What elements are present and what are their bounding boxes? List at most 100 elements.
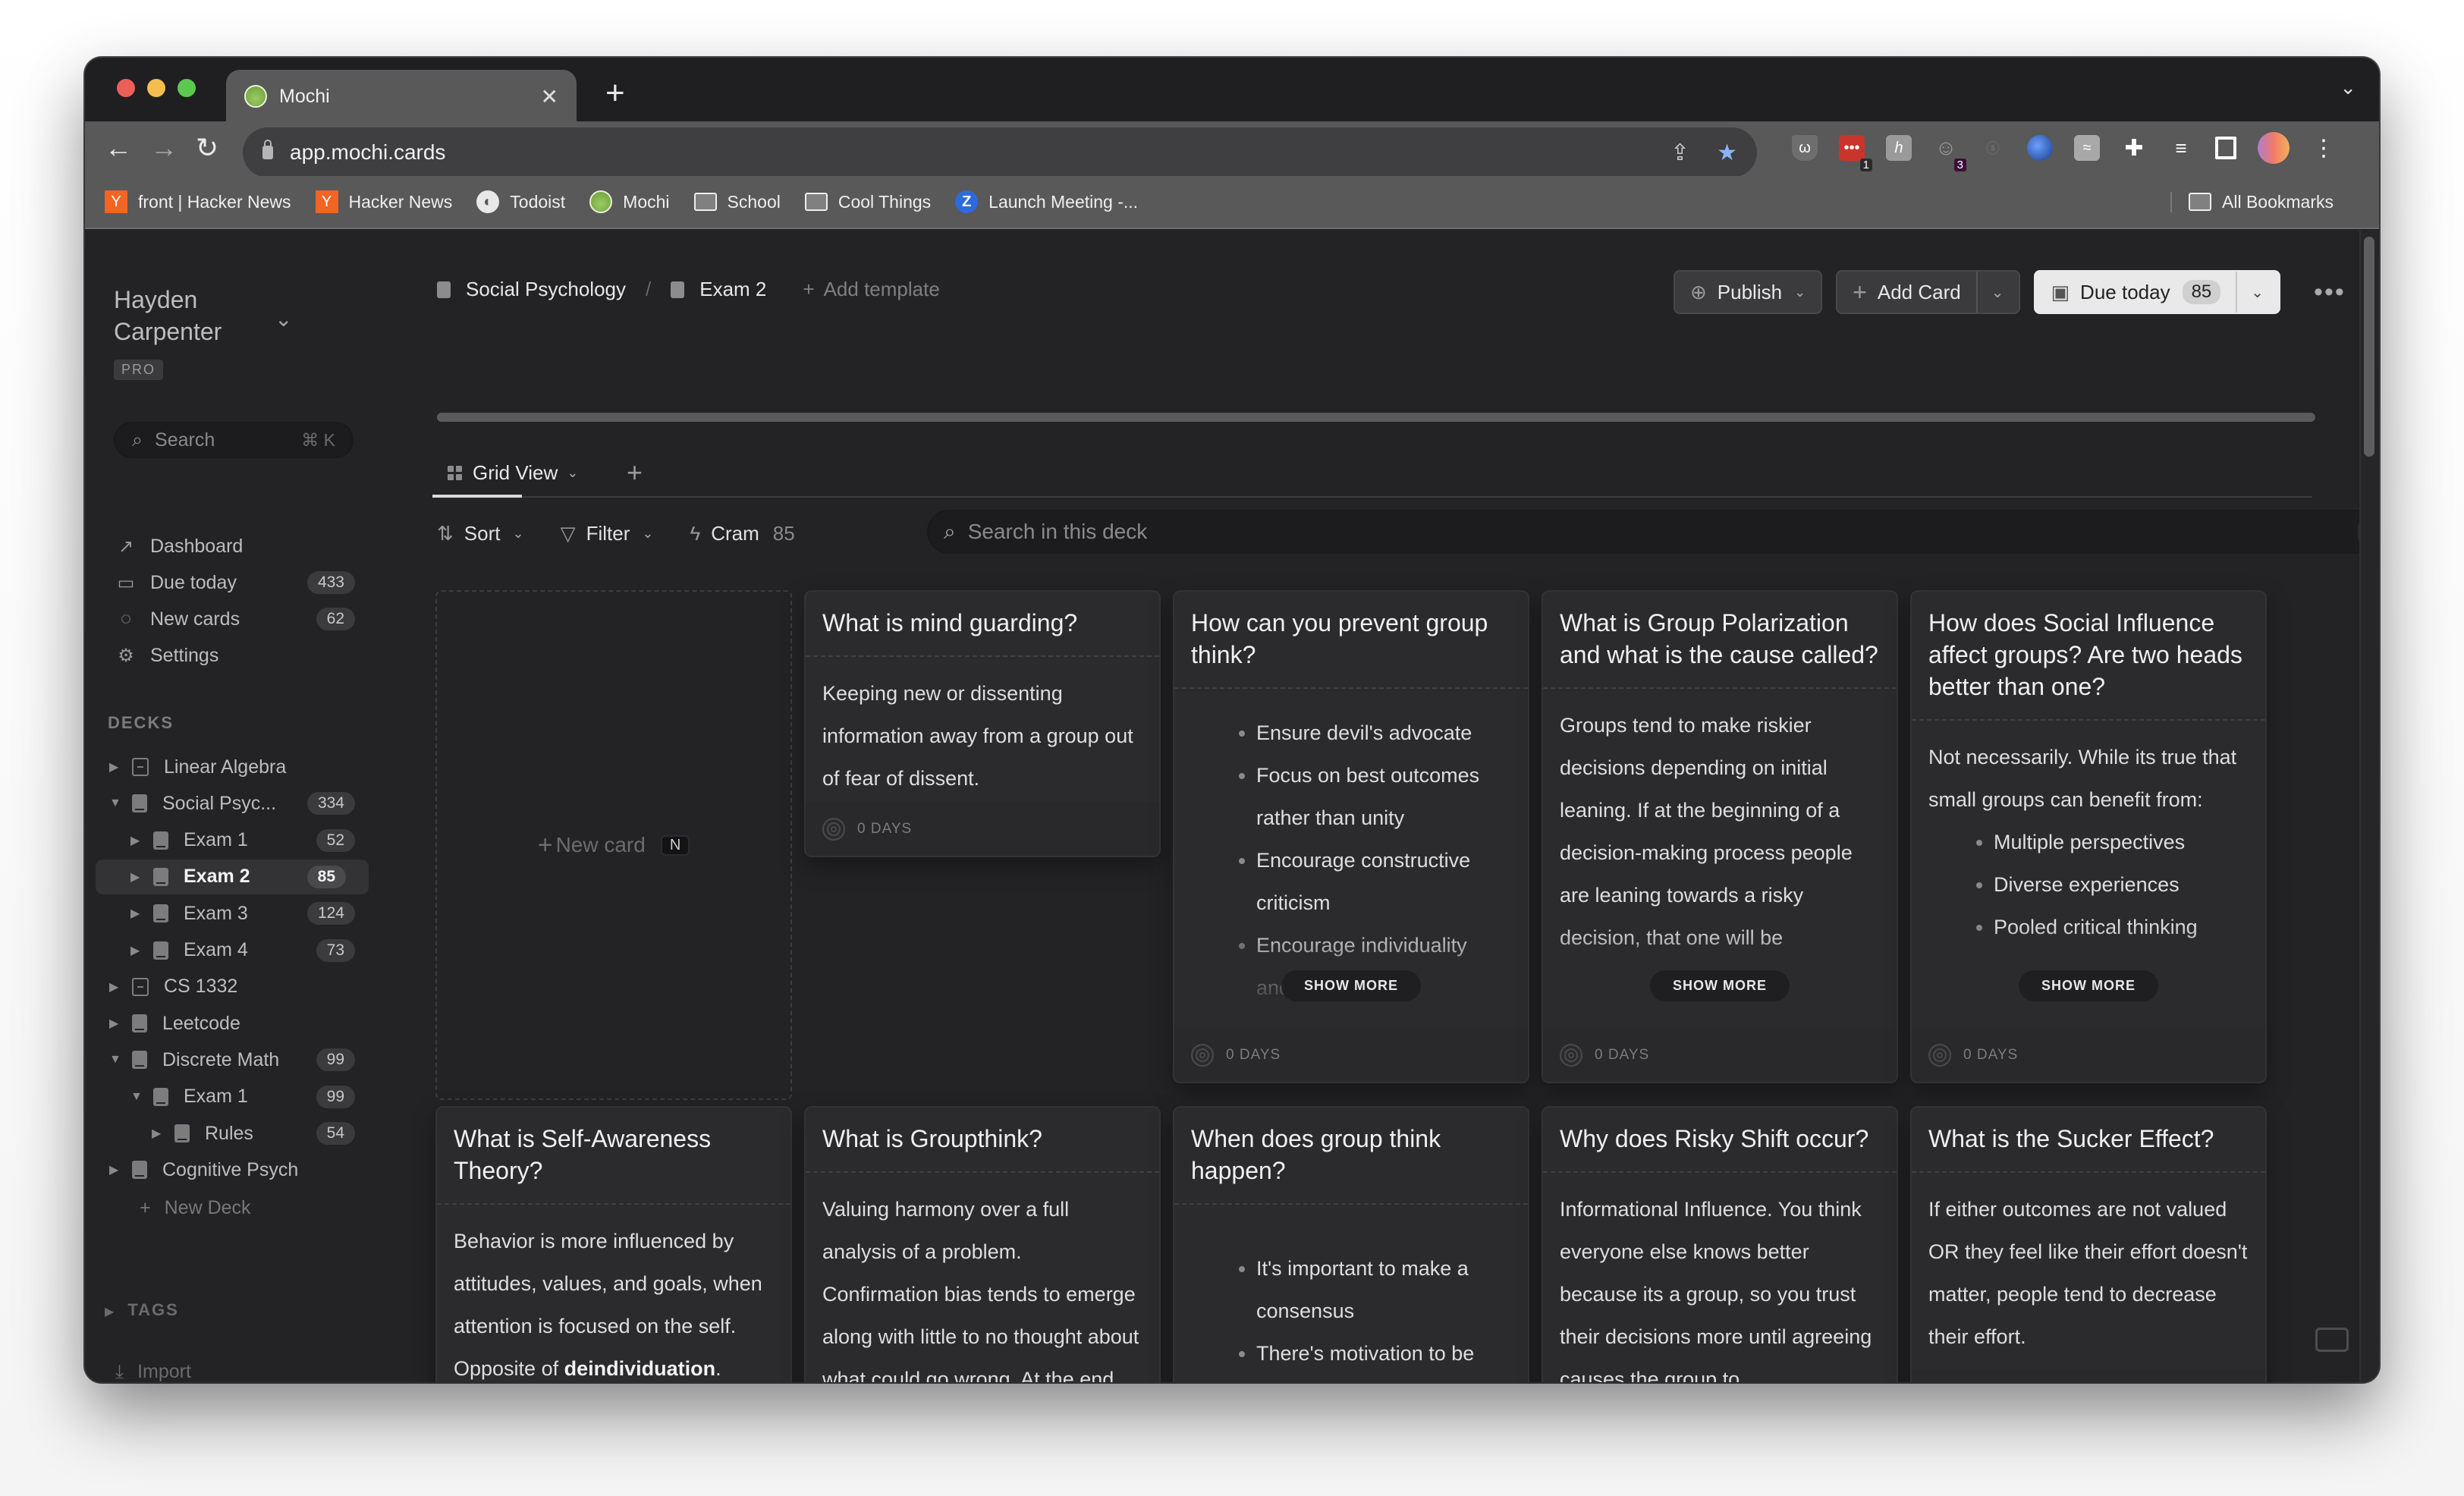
- profile-avatar[interactable]: [2258, 132, 2290, 164]
- caret-right-icon[interactable]: ▶: [130, 906, 153, 921]
- sidebar-deck-item[interactable]: ▶ Cognitive Psych: [85, 1152, 355, 1187]
- sidebar-item-due-today[interactable]: ▭ Due today 433: [115, 566, 355, 599]
- caret-right-icon[interactable]: ▶: [130, 943, 153, 958]
- side-panel-icon[interactable]: [2215, 137, 2236, 159]
- close-tab-icon[interactable]: ✕: [541, 84, 558, 109]
- user-menu-chevron-icon[interactable]: ⌄: [275, 306, 292, 332]
- new-tab-button[interactable]: +: [605, 74, 625, 112]
- globe-extension-icon[interactable]: [2027, 135, 2053, 161]
- disabled-extension-icon[interactable]: ⓢ: [1980, 135, 2006, 161]
- bookmark-launch-meeting[interactable]: Z Launch Meeting -...: [955, 190, 1138, 213]
- sidebar-item-new-cards[interactable]: ◌ New cards 62: [115, 602, 355, 636]
- bookmark-folder-cool-things[interactable]: Cool Things: [804, 192, 931, 212]
- honey-h-icon[interactable]: h: [1886, 135, 1912, 161]
- flashcard[interactable]: What is Self-Awareness Theory? Behavior i…: [435, 1106, 792, 1382]
- sidebar-deck-item[interactable]: ▶ Exam 1 52: [85, 823, 355, 858]
- caret-right-icon[interactable]: ▶: [109, 979, 132, 995]
- sidebar-deck-item[interactable]: ▶ CS 1332: [85, 970, 355, 1004]
- url-text[interactable]: app.mochi.cards: [290, 140, 1643, 165]
- show-more-button[interactable]: SHOW MORE: [1281, 970, 1421, 1001]
- close-window-button[interactable]: [117, 79, 135, 97]
- forward-arrow-icon[interactable]: →: [150, 132, 178, 164]
- review-dropdown-chevron-icon[interactable]: ⌄: [2236, 272, 2264, 313]
- show-more-button[interactable]: SHOW MORE: [1650, 970, 1790, 1001]
- due-today-review-button[interactable]: ▣ Due today 85 ⌄: [2034, 270, 2281, 314]
- bookmark-front-hacker-news[interactable]: Yfront | Hacker News: [105, 190, 291, 213]
- readwise-icon[interactable]: ≈: [2074, 135, 2100, 161]
- sidebar-deck-item[interactable]: ▼ Social Psyc... 334: [85, 786, 355, 821]
- back-arrow-icon[interactable]: ←: [105, 132, 132, 164]
- tags-section-toggle[interactable]: ▶ TAGS: [105, 1300, 179, 1320]
- caret-down-icon[interactable]: ▼: [109, 797, 132, 810]
- flashcard[interactable]: What is Group Polarization and what is t…: [1542, 590, 1898, 1083]
- caret-right-icon[interactable]: ▶: [152, 1126, 174, 1141]
- import-button[interactable]: ⤓ Import: [115, 1361, 191, 1382]
- breadcrumb-current-deck[interactable]: Exam 2: [699, 278, 766, 301]
- sidebar-deck-item[interactable]: ▶ Linear Algebra: [85, 750, 355, 784]
- add-card-dropdown-chevron-icon[interactable]: ⌄: [1975, 272, 2004, 313]
- sidebar-item-settings[interactable]: ⚙ Settings: [115, 639, 355, 672]
- sidebar-deck-item[interactable]: ▶ Rules 54: [85, 1116, 355, 1151]
- flashcard[interactable]: How can you prevent group think? Ensure d…: [1173, 590, 1529, 1083]
- more-options-ellipsis-icon[interactable]: •••: [2314, 278, 2346, 307]
- sidebar-deck-item[interactable]: ▶ Leetcode: [85, 1006, 355, 1041]
- flashcard[interactable]: What is the Sucker Effect? If either outc…: [1910, 1106, 2267, 1382]
- sidebar-deck-item[interactable]: ▶ Exam 3 124: [85, 896, 355, 931]
- add-card-button[interactable]: + Add Card ⌄: [1836, 270, 2021, 314]
- deck-search-input[interactable]: ⌕ Search in this deck /: [927, 510, 2379, 554]
- tab-grid-view[interactable]: Grid View ⌄: [432, 451, 578, 498]
- browser-menu-kebab-icon[interactable]: ⋮: [2311, 135, 2337, 161]
- sort-button[interactable]: ⇅ Sort ⌄: [437, 522, 524, 545]
- card-answer: It's important to make a consensusThere'…: [1174, 1205, 1528, 1382]
- flashcard[interactable]: Why does Risky Shift occur? Informational…: [1542, 1106, 1898, 1382]
- caret-right-icon[interactable]: ▶: [109, 1162, 132, 1177]
- bookmark-mochi[interactable]: Mochi: [589, 190, 670, 213]
- browser-tab-mochi[interactable]: Mochi ✕: [226, 70, 577, 123]
- caret-right-icon[interactable]: ▶: [109, 1016, 132, 1031]
- breadcrumb-parent-deck[interactable]: Social Psychology: [466, 278, 626, 301]
- ublock-shield-icon[interactable]: ω: [1792, 135, 1818, 161]
- keyboard-shortcuts-icon[interactable]: [2315, 1328, 2349, 1352]
- sidebar-item-dashboard[interactable]: ↗ Dashboard: [115, 530, 355, 563]
- reload-icon[interactable]: ↻: [196, 132, 218, 164]
- bookmark-folder-school[interactable]: School: [693, 192, 781, 212]
- flashcard[interactable]: When does group think happen? It's import…: [1173, 1106, 1529, 1382]
- maximize-window-button[interactable]: [178, 79, 196, 97]
- bookmark-todoist[interactable]: ◐ Todoist: [476, 190, 565, 213]
- minimize-window-button[interactable]: [147, 79, 165, 97]
- caret-down-icon[interactable]: ▼: [109, 1053, 132, 1067]
- publish-button[interactable]: ⊕ Publish ⌄: [1674, 270, 1823, 314]
- address-bar[interactable]: app.mochi.cards ⇪ ★: [243, 127, 1757, 178]
- tab-search-chevron-icon[interactable]: ⌄: [2340, 76, 2356, 99]
- share-icon[interactable]: ⇪: [1670, 140, 1689, 166]
- new-deck-button[interactable]: + New Deck: [140, 1197, 251, 1219]
- all-bookmarks-button[interactable]: All Bookmarks: [2170, 191, 2334, 212]
- add-template-button[interactable]: + Add template: [803, 278, 939, 301]
- sidebar-search-input[interactable]: ⌕ Search ⌘ K: [114, 422, 354, 458]
- page-scrollbar-track[interactable]: [2359, 231, 2379, 1382]
- caret-right-icon[interactable]: ▶: [130, 869, 153, 885]
- page-scrollbar-thumb[interactable]: [2364, 237, 2374, 457]
- sidebar-deck-item[interactable]: ▼ Exam 1 99: [85, 1080, 355, 1114]
- ghostery-ghost-icon[interactable]: ☺ 3: [1933, 135, 1966, 171]
- extensions-puzzle-icon[interactable]: ✚: [2121, 135, 2147, 161]
- filter-button[interactable]: ▽ Filter ⌄: [561, 522, 654, 545]
- flashcard[interactable]: What is Groupthink? Valuing harmony over …: [804, 1106, 1161, 1382]
- show-more-button[interactable]: SHOW MORE: [2019, 970, 2158, 1001]
- lastpass-icon[interactable]: ••• 1: [1839, 135, 1872, 171]
- flashcard[interactable]: How does Social Influence affect groups?…: [1910, 590, 2267, 1083]
- add-view-button[interactable]: +: [627, 457, 643, 489]
- bookmark-star-icon[interactable]: ★: [1717, 140, 1737, 166]
- caret-right-icon[interactable]: ▶: [109, 759, 132, 775]
- caret-down-icon[interactable]: ▼: [130, 1090, 153, 1104]
- cram-button[interactable]: ϟ Cram 85: [690, 522, 794, 545]
- new-card-button[interactable]: + New card N: [435, 590, 792, 1100]
- sidebar-deck-item[interactable]: ▶ Exam 2 85: [96, 859, 369, 894]
- sidebar-deck-item[interactable]: ▼ Discrete Math 99: [85, 1042, 355, 1077]
- bookmark-hacker-news[interactable]: Y Hacker News: [315, 190, 452, 213]
- media-queue-icon[interactable]: ≡: [2168, 135, 2194, 161]
- user-menu[interactable]: Hayden Carpenter: [114, 284, 222, 347]
- sidebar-deck-item[interactable]: ▶ Exam 4 73: [85, 933, 355, 968]
- flashcard[interactable]: What is mind guarding? Keeping new or dis…: [804, 590, 1161, 857]
- caret-right-icon[interactable]: ▶: [130, 833, 153, 848]
